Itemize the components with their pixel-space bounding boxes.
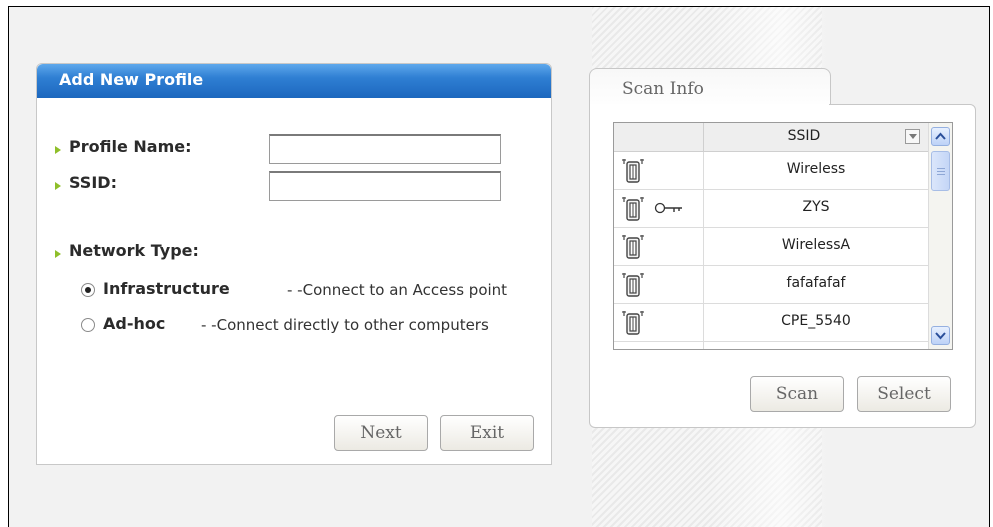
profile-name-label: Profile Name: [69,137,192,156]
infrastructure-radio[interactable] [81,283,95,297]
next-button[interactable]: Next [334,415,428,451]
table-header: SSID [614,123,928,152]
adhoc-label: Ad-hoc [103,314,166,333]
infrastructure-desc: - -Connect to an Access point [287,281,508,299]
table-row[interactable]: CPE_5540 [614,304,928,342]
tab-join [590,104,829,108]
ssid-cell: fafafafaf [786,275,846,291]
access-point-icon [622,311,644,335]
column-header-ssid[interactable]: SSID [704,128,904,144]
signal-cell [614,190,704,227]
panel-header: Add New Profile [37,64,551,98]
adhoc-radio[interactable] [81,318,95,332]
table-row[interactable]: Wireless [614,152,928,190]
signal-cell [614,342,704,350]
scroll-down-button[interactable] [931,326,950,345]
infrastructure-label: Infrastructure [103,279,230,298]
network-type-label: Network Type: [69,241,199,260]
chevron-down-icon [909,134,917,139]
bullet-arrow-icon [55,182,61,190]
key-icon [654,202,682,214]
ssid-input[interactable] [269,171,501,201]
bullet-arrow-icon [55,250,61,258]
chevron-up-icon [935,132,946,140]
scroll-thumb[interactable] [931,151,950,191]
profile-name-input[interactable] [269,134,501,164]
access-point-icon [620,346,646,350]
signal-cell [614,304,704,341]
access-point-icon [622,159,644,183]
table-row[interactable]: WirelessA [614,228,928,266]
scan-button[interactable]: Scan [750,376,844,412]
select-button[interactable]: Select [857,376,951,412]
scroll-grip [937,168,945,169]
ssid-cell: WirelessA [781,237,851,253]
adhoc-option[interactable]: Ad-hoc - -Connect directly to other comp… [81,314,551,338]
add-profile-panel: Add New Profile Profile Name: SSID: Netw… [36,63,552,465]
chevron-down-icon [935,332,946,340]
exit-button[interactable]: Exit [440,415,534,451]
adhoc-desc: - -Connect directly to other computers [201,316,489,334]
bullet-arrow-icon [55,146,61,154]
panel-title: Add New Profile [59,70,204,89]
table-row[interactable]: fafafafaf [614,266,928,304]
signal-cell [614,228,704,265]
table-row-partial[interactable] [614,342,928,350]
scroll-up-button[interactable] [931,127,950,146]
table-row[interactable]: ZYS [614,190,928,228]
access-point-icon [622,235,644,259]
ssid-cell: ZYS [802,199,830,215]
ssid-label: SSID: [69,173,117,192]
scroll-grip [937,171,945,172]
ssid-cell: CPE_5540 [781,313,851,329]
access-point-icon [622,197,644,221]
signal-cell [614,152,704,189]
column-filter-dropdown[interactable] [905,129,920,144]
ssid-cell: Wireless [786,161,846,177]
signal-cell [614,266,704,303]
vertical-scrollbar[interactable] [928,123,952,349]
scan-results-table: SSID Wireless ZYS WirelessA fafafafaf CP… [613,122,953,350]
tab-scan-info-label: Scan Info [622,79,704,99]
access-point-icon [622,273,644,297]
radio-selected-dot [85,287,91,293]
infrastructure-option[interactable]: Infrastructure - -Connect to an Access p… [81,279,541,303]
scroll-grip [937,174,945,175]
